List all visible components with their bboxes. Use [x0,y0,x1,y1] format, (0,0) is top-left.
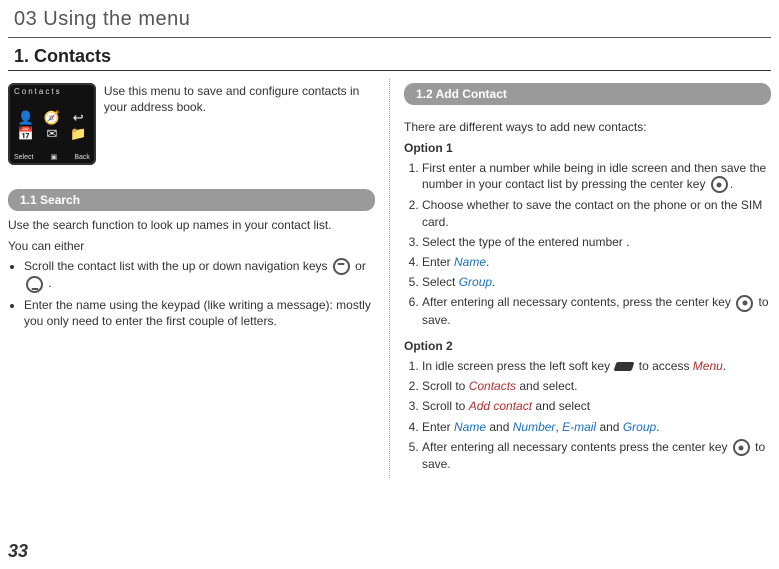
add-contact-intro: There are different ways to add new cont… [404,119,771,135]
right-subheading: 1.2 Add Contact [404,83,771,105]
opt1-step5: Select Group. [422,274,771,290]
search-description: Use the search function to look up names… [8,217,375,233]
opt2-step1: In idle screen press the left soft key t… [422,358,771,374]
bullet-scroll: Scroll the contact list with the up or d… [24,258,375,293]
opt1-step1: First enter a number while being in idle… [422,160,771,194]
phone-softkey-select: Select [14,153,33,162]
you-can-either: You can either [8,238,375,254]
opt1-step6: After entering all necessary contents, p… [422,294,771,328]
compass-icon: 🧭 [40,111,63,124]
opt2-step4: Enter Name and Number, E-mail and Group. [422,419,771,435]
phone-softkey-back: Back [74,153,90,162]
opt1-step3: Select the type of the entered number . [422,234,771,250]
right-column: 1.2 Add Contact There are different ways… [390,79,771,478]
calendar-icon: 📅 [14,127,37,140]
message-icon: ✉ [40,127,63,140]
left-column: Contacts 👤 🧭 ↩ 📅 ✉ 📁 Select ▣ Back Use t… [8,79,389,478]
call-log-icon: ↩ [67,111,90,124]
nav-down-icon [26,276,43,293]
left-subheading: 1.1 Search [8,189,375,211]
opt2-step5: After entering all necessary contents pr… [422,439,771,473]
opt2-step2: Scroll to Contacts and select. [422,378,771,394]
folder-icon: 📁 [67,127,90,140]
intro-text: Use this menu to save and configure cont… [104,83,375,169]
opt1-step2: Choose whether to save the contact on th… [422,197,771,229]
option2-title: Option 2 [404,338,771,354]
bullet-type: Enter the name using the keypad (like wr… [24,297,375,329]
opt2-step3: Scroll to Add contact and select [422,398,771,414]
phone-screenshot: Contacts 👤 🧭 ↩ 📅 ✉ 📁 Select ▣ Back [8,83,96,165]
opt1-step4: Enter Name. [422,254,771,270]
center-key-icon [736,295,753,312]
nav-up-icon [333,258,350,275]
contact-icon: 👤 [14,111,37,124]
page-number: 33 [8,539,28,563]
center-key-icon [733,439,750,456]
center-key-icon [711,176,728,193]
left-soft-key-icon [614,362,635,371]
phone-title: Contacts [14,87,62,98]
option1-title: Option 1 [404,140,771,156]
chapter-title: 03 Using the menu [8,0,771,38]
phone-softkey-ok: ▣ [51,153,58,162]
section-title: 1. Contacts [8,44,771,71]
